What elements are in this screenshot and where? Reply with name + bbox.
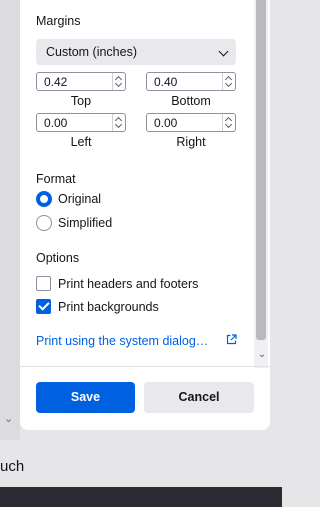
background-scrollbar[interactable] — [0, 0, 20, 440]
save-button[interactable]: Save — [36, 382, 135, 413]
chevron-down-icon[interactable]: ⌄ — [4, 412, 13, 425]
print-settings-panel: ⌄ Margins Custom (inches) 0.42 Top 0.40 … — [20, 0, 270, 430]
margin-top-label: Top — [70, 94, 92, 108]
margin-right-label: Right — [176, 135, 206, 149]
format-simplified-label[interactable]: Simplified — [58, 216, 112, 230]
margin-bottom-label: Bottom — [171, 94, 211, 108]
print-headers-footers-checkbox[interactable] — [36, 276, 51, 291]
margin-right-field[interactable]: 0.00 — [146, 113, 236, 132]
format-original-radio[interactable] — [36, 191, 52, 207]
panel-scrollbar-thumb[interactable] — [256, 0, 266, 340]
chevron-down-icon — [218, 46, 229, 57]
spinner-icon[interactable] — [222, 114, 235, 131]
format-heading: Format — [36, 172, 76, 186]
spinner-icon[interactable] — [112, 114, 125, 131]
spinner-icon[interactable] — [222, 73, 235, 90]
options-heading: Options — [36, 251, 80, 265]
margin-bottom-value: 0.40 — [154, 75, 178, 89]
system-dialog-link[interactable]: Print using the system dialog… — [36, 334, 208, 348]
margin-bottom-field[interactable]: 0.40 — [146, 72, 236, 91]
margins-select-value: Custom (inches) — [46, 45, 137, 59]
margin-left-value: 0.00 — [44, 116, 68, 130]
margin-left-field[interactable]: 0.00 — [36, 113, 126, 132]
spinner-icon[interactable] — [112, 73, 125, 90]
margins-heading: Margins — [36, 14, 81, 28]
print-backgrounds-label[interactable]: Print backgrounds — [58, 300, 159, 314]
format-simplified-radio[interactable] — [36, 215, 52, 231]
margin-top-value: 0.42 — [44, 75, 68, 89]
margin-top-field[interactable]: 0.42 — [36, 72, 126, 91]
background-edge — [270, 0, 282, 487]
format-original-label[interactable]: Original — [58, 192, 101, 206]
print-headers-footers-label[interactable]: Print headers and footers — [58, 277, 198, 291]
footer-divider — [20, 366, 270, 367]
margins-select[interactable]: Custom (inches) — [36, 39, 236, 65]
margin-right-value: 0.00 — [154, 116, 178, 130]
background-page-text: uch — [0, 458, 25, 475]
taskbar — [0, 487, 282, 507]
scroll-down-arrow-icon[interactable]: ⌄ — [256, 348, 268, 362]
margin-left-label: Left — [70, 135, 92, 149]
external-link-icon[interactable] — [226, 334, 237, 345]
cancel-button[interactable]: Cancel — [144, 382, 254, 413]
print-backgrounds-checkbox[interactable] — [36, 299, 51, 314]
